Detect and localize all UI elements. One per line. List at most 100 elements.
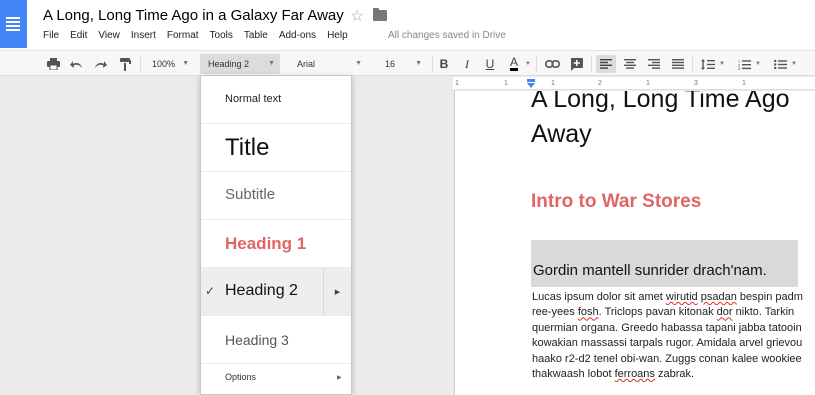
toolbar-separator — [692, 56, 693, 72]
paint-format-icon[interactable] — [116, 55, 134, 73]
chevron-down-icon: ▼ — [182, 60, 189, 67]
style-option-subtitle[interactable]: Subtitle — [201, 172, 351, 220]
misspelled-word[interactable]: fosh — [578, 306, 599, 318]
menu-format[interactable]: Format — [167, 30, 199, 44]
toolbar-separator — [536, 56, 537, 72]
chevron-down-icon[interactable]: ▼ — [718, 55, 726, 73]
toolbar: 100% ▼ Heading 2 ▼ Arial ▼ 16 ▼ B I U A … — [0, 50, 815, 76]
link-icon[interactable] — [543, 55, 561, 73]
chevron-down-icon[interactable]: ▼ — [754, 55, 762, 73]
chevron-down-icon[interactable]: ▼ — [524, 55, 532, 73]
style-option-label: Normal text — [225, 93, 282, 105]
style-options-item[interactable]: Options ▶ — [201, 364, 351, 394]
justify-icon[interactable] — [669, 55, 687, 73]
numbered-list-icon[interactable]: 123 — [734, 55, 754, 73]
ruler-tick: 1 — [742, 80, 746, 87]
style-option-heading-1[interactable]: Heading 1 — [201, 220, 351, 268]
font-size-dropdown[interactable]: 16 ▼ — [377, 54, 427, 74]
menu-view[interactable]: View — [98, 30, 120, 44]
document-body: Lucas ipsum dolor sit amet wirutid psada… — [532, 290, 815, 382]
underline-icon[interactable]: U — [482, 55, 498, 73]
style-option-normal-text[interactable]: Normal text — [201, 76, 351, 124]
menu-tools[interactable]: Tools — [210, 30, 233, 44]
style-value: Heading 2 — [208, 59, 250, 69]
menu-addons[interactable]: Add-ons — [279, 30, 316, 44]
style-option-label: Heading 2 — [225, 282, 298, 299]
menu-help[interactable]: Help — [327, 30, 348, 44]
bulleted-list-icon[interactable] — [770, 55, 790, 73]
style-option-heading-2[interactable]: ✓ Heading 2 ▶ — [201, 268, 351, 316]
save-status[interactable]: All changes saved in Drive — [388, 30, 506, 41]
body-line: haako r2-d2 tenel obi-wan. Zuggs conan k… — [532, 352, 802, 365]
docs-window: A Long, Long Time Ago in a Galaxy Far Aw… — [0, 0, 815, 395]
zoom-dropdown[interactable]: 100% ▼ — [144, 54, 194, 74]
docs-logo-icon[interactable] — [0, 0, 27, 48]
misspelled-word[interactable]: psadan — [701, 291, 737, 303]
ruler-tick: 1 — [455, 80, 459, 87]
ruler-tick: 3 — [694, 80, 698, 87]
header: A Long, Long Time Ago in a Galaxy Far Aw… — [0, 0, 815, 50]
document-heading: A Long, Long Time Ago Away — [531, 91, 815, 152]
print-icon[interactable] — [44, 55, 62, 73]
misspelled-word[interactable]: ferroans — [615, 368, 655, 380]
body-line: Lucas ipsum dolor sit amet wirutid psada… — [532, 291, 803, 303]
toolbar-separator — [140, 56, 141, 72]
document-title[interactable]: A Long, Long Time Ago in a Galaxy Far Aw… — [43, 7, 344, 24]
ruler-tick: 1 — [551, 80, 555, 87]
chevron-down-icon: ▼ — [355, 60, 362, 67]
misspelled-word[interactable]: dor — [717, 306, 733, 318]
italic-icon[interactable]: I — [459, 55, 475, 73]
ruler-tick: 1 — [646, 80, 650, 87]
indent-marker-icon[interactable] — [527, 79, 535, 88]
style-option-label: Heading 1 — [225, 234, 307, 253]
font-size-value: 16 — [385, 59, 396, 69]
zoom-value: 100% — [152, 59, 176, 69]
heading-line: A Long, Long Time Ago — [531, 91, 790, 113]
comment-icon[interactable] — [567, 55, 585, 73]
style-option-label: Subtitle — [225, 186, 276, 203]
body-line: kowakian massassi tarpals rugor. Amidala… — [532, 337, 803, 350]
align-left-icon[interactable] — [596, 55, 616, 73]
body-line: quermian organa. Greedo habassa tapani j… — [532, 321, 802, 334]
style-dropdown[interactable]: Heading 2 ▼ — [200, 54, 280, 74]
document-heading-1: Intro to War Stores — [531, 191, 702, 212]
menu-table[interactable]: Table — [244, 30, 268, 44]
menu-insert[interactable]: Insert — [131, 30, 156, 44]
line-spacing-icon[interactable] — [698, 55, 718, 73]
submenu-arrow-icon: ▶ — [337, 375, 342, 381]
undo-icon[interactable] — [67, 55, 85, 73]
align-center-icon[interactable] — [621, 55, 639, 73]
style-option-label: Title — [225, 134, 270, 161]
bold-icon[interactable]: B — [436, 55, 452, 73]
style-option-label: Heading 3 — [225, 332, 289, 348]
submenu-arrow-icon[interactable]: ▶ — [323, 268, 351, 315]
toolbar-separator — [591, 56, 592, 72]
options-label: Options — [225, 372, 257, 382]
ruler-tick: 2 — [598, 80, 602, 87]
chevron-down-icon[interactable]: ▼ — [790, 55, 798, 73]
menu-edit[interactable]: Edit — [70, 30, 87, 44]
menu-file[interactable]: File — [43, 30, 59, 44]
font-dropdown[interactable]: Arial ▼ — [289, 54, 367, 74]
menu-bar: File Edit View Insert Format Tools Table… — [43, 30, 359, 44]
svg-text:3: 3 — [738, 66, 741, 70]
align-right-icon[interactable] — [645, 55, 663, 73]
body-line: thakwaash lobot ferroans zabrak. — [532, 368, 695, 381]
heading-line: Away — [531, 120, 592, 148]
star-icon[interactable]: ☆ — [350, 6, 364, 26]
style-option-heading-3[interactable]: Heading 3 — [201, 316, 351, 364]
folder-icon[interactable] — [373, 8, 387, 21]
ruler-tick: 1 — [504, 80, 508, 87]
chevron-down-icon: ▼ — [415, 60, 422, 67]
font-value: Arial — [297, 59, 316, 69]
chevron-down-icon: ▼ — [268, 60, 275, 67]
text-color-icon[interactable]: A — [505, 55, 523, 73]
body-line: ree-yees fosh. Triclops pavan kitonak do… — [532, 306, 795, 319]
document-page[interactable]: A Long, Long Time Ago Away Intro to War … — [454, 91, 815, 395]
paragraph-style-menu: Normal text Title Subtitle Heading 1 ✓ H… — [200, 75, 352, 395]
selected-heading-2-block: Gordin mantell sunrider drach'nam. — [531, 240, 798, 287]
style-option-title[interactable]: Title — [201, 124, 351, 172]
redo-icon[interactable] — [91, 55, 109, 73]
ruler[interactable]: 1 1 1 2 1 3 1 — [453, 77, 815, 90]
misspelled-word[interactable]: wirutid — [666, 291, 698, 303]
